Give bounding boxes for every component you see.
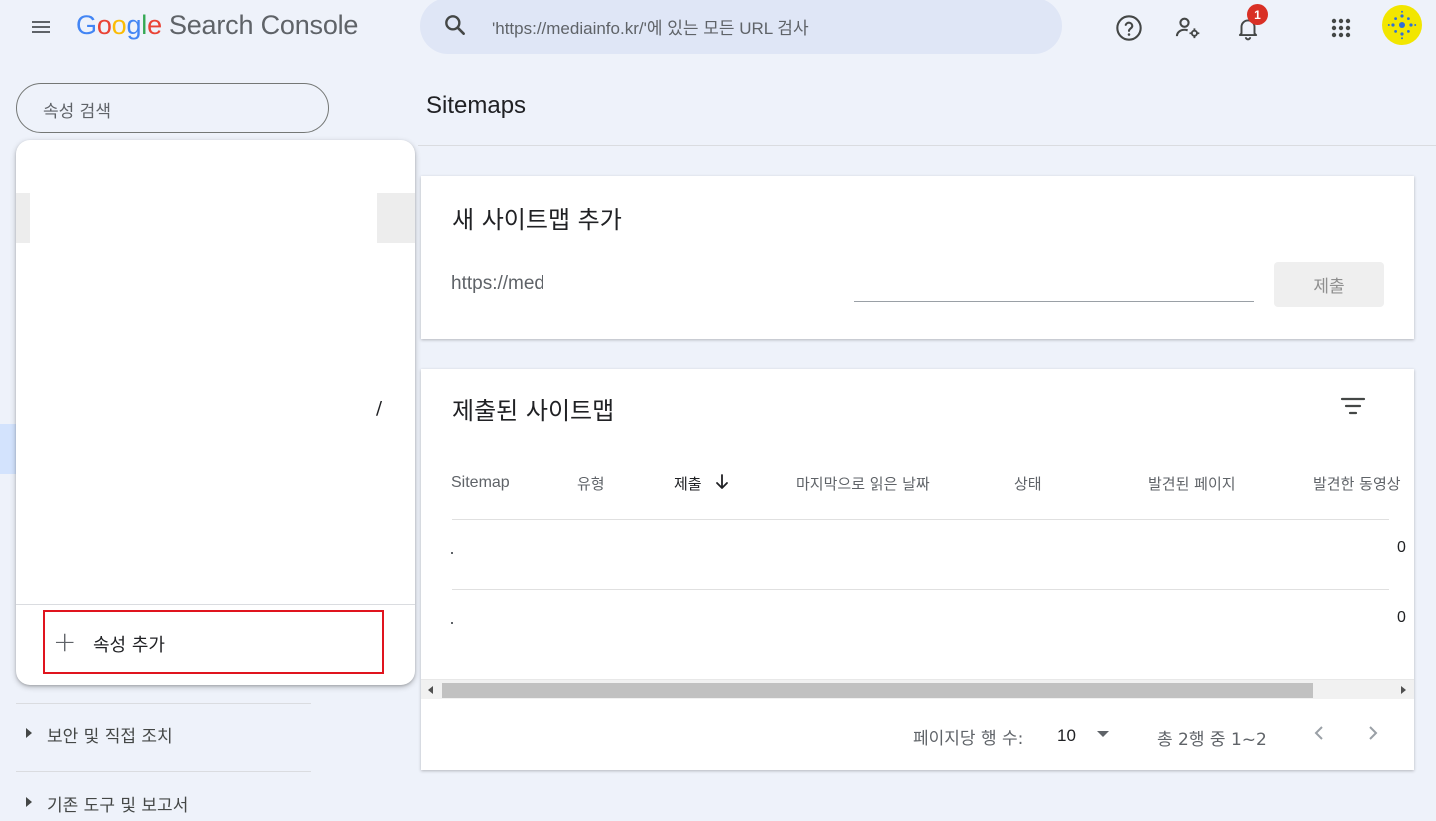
submitted-sitemaps-title: 제출된 사이트맵 [452, 397, 615, 425]
nav-security-manual-actions[interactable]: 보안 및 직접 조치 [16, 716, 311, 752]
scrollbar-thumb[interactable] [442, 683, 1313, 698]
property-item-highlight[interactable] [16, 193, 30, 243]
column-header-sitemap[interactable]: Sitemap [451, 474, 510, 492]
sitemap-url-input[interactable] [854, 301, 1254, 302]
property-url-fragment: / [376, 398, 383, 419]
table-row-marker [451, 622, 453, 624]
next-page-button[interactable] [1361, 721, 1385, 745]
column-header-last-read[interactable]: 마지막으로 읽은 날짜 [796, 473, 930, 494]
selected-nav-indicator [0, 424, 16, 474]
plus-icon: + [53, 625, 77, 658]
column-header-discovered-videos[interactable]: 발견한 동영상 [1313, 473, 1401, 494]
menu-icon [32, 21, 50, 33]
search-input-text[interactable]: 'https://mediainfo.kr/'에 있는 모든 URL 검사 [492, 14, 809, 39]
product-name: Search Console [168, 10, 359, 40]
table-row-divider [452, 589, 1389, 590]
title-divider [418, 145, 1436, 146]
column-header-discovered-pages[interactable]: 발견된 페이지 [1148, 473, 1236, 494]
rows-per-page-label: 페이지당 행 수: [913, 729, 1024, 749]
table-header-divider [452, 519, 1389, 520]
filter-button[interactable] [1338, 393, 1368, 419]
main-menu-button[interactable] [22, 8, 60, 46]
apps-grid-icon [1331, 18, 1351, 38]
sitemap-url-prefix: https://mediainfo.kr/ [451, 273, 543, 294]
add-sitemap-card: 새 사이트맵 추가 https://mediainfo.kr/ 제출 [421, 176, 1414, 339]
filter-icon [1340, 397, 1366, 415]
logo-letter: g [126, 10, 142, 40]
table-cell-videos: 0 [1397, 539, 1406, 556]
search-console-logo[interactable]: Google Search Console [76, 10, 358, 41]
manage-users-icon [1175, 17, 1200, 39]
users-permissions-button[interactable] [1168, 8, 1208, 48]
chevron-right-icon [1369, 726, 1378, 740]
help-button[interactable] [1109, 8, 1149, 48]
logo-letter: G [76, 10, 97, 40]
horizontal-scrollbar[interactable] [421, 679, 1414, 699]
top-app-bar: Google Search Console 'https://mediainfo.… [0, 0, 1436, 58]
url-inspection-search[interactable]: 'https://mediainfo.kr/'에 있는 모든 URL 검사 [420, 0, 1062, 54]
add-property-label: 속성 추가 [93, 635, 165, 656]
property-item-highlight[interactable] [377, 193, 415, 243]
chevron-left-icon [1314, 726, 1323, 740]
logo-letter: o [96, 10, 112, 40]
notification-badge: 1 [1247, 4, 1268, 25]
property-search-placeholder: 속성 검색 [43, 102, 111, 122]
help-icon [1116, 15, 1142, 41]
expand-arrow-icon [26, 797, 32, 807]
table-cell-videos: 0 [1397, 609, 1406, 626]
submitted-sitemaps-card: 제출된 사이트맵 Sitemap 유형 제출 마지막으로 읽은 날짜 상태 발견… [421, 369, 1414, 770]
account-avatar[interactable] [1382, 5, 1422, 45]
property-selector-dropdown: / + 속성 추가 [16, 140, 415, 685]
scroll-right-icon[interactable] [1401, 686, 1406, 694]
column-header-type[interactable]: 유형 [577, 473, 605, 494]
search-icon [445, 15, 465, 35]
column-header-submitted[interactable]: 제출 [674, 473, 702, 494]
submit-sitemap-button[interactable]: 제출 [1274, 262, 1384, 307]
avatar-pattern-icon [1387, 10, 1417, 40]
nav-divider [16, 703, 311, 704]
property-search-input[interactable]: 속성 검색 [16, 83, 329, 133]
column-header-status[interactable]: 상태 [1014, 473, 1042, 494]
google-apps-button[interactable] [1321, 8, 1361, 48]
expand-arrow-icon [26, 728, 32, 738]
scroll-left-icon[interactable] [428, 686, 433, 694]
rows-per-page-select[interactable]: 10 [1057, 726, 1076, 746]
dropdown-divider [16, 604, 415, 605]
nav-divider [16, 771, 311, 772]
arrow-down-icon [716, 474, 728, 489]
add-sitemap-title: 새 사이트맵 추가 [452, 206, 622, 234]
page-title: Sitemaps [426, 92, 527, 119]
nav-legacy-tools-reports[interactable]: 기존 도구 및 보고서 [16, 785, 311, 821]
nav-item-label: 기존 도구 및 보고서 [47, 796, 189, 816]
add-property-button[interactable]: + 속성 추가 [43, 610, 384, 674]
previous-page-button[interactable] [1307, 721, 1331, 745]
logo-letter: o [111, 10, 127, 40]
logo-letter: e [147, 10, 162, 40]
table-row-marker [451, 552, 453, 554]
chevron-down-icon[interactable] [1097, 731, 1109, 737]
pagination-range: 총 2행 중 1~2 [1157, 730, 1267, 750]
nav-item-label: 보안 및 직접 조치 [47, 727, 173, 747]
